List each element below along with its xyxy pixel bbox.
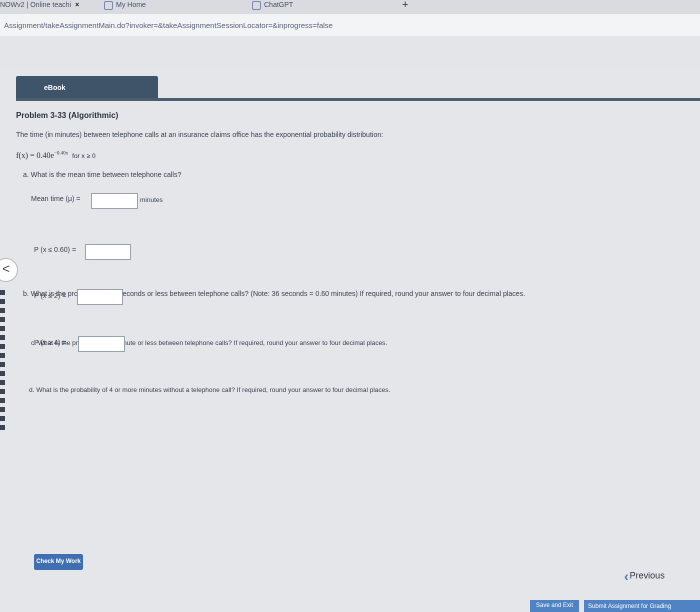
save-and-exit-button[interactable]: Save and Exit — [530, 600, 579, 612]
side-stripes — [0, 290, 5, 440]
submit-assignment-button[interactable]: Submit Assignment for Grading — [584, 600, 700, 612]
ebook-tab-label: eBook — [44, 85, 66, 92]
browser-tab-bar: NOWv2 | Online teachi × My Home ChatGPT + — [0, 0, 700, 14]
previous-button[interactable]: ‹Previous — [624, 568, 665, 584]
tab-underline — [16, 98, 700, 101]
pdf-formula: f(x) = 0.40e−0.40x for x ≥ 0 — [16, 151, 96, 160]
formula-domain: for x ≥ 0 — [72, 153, 96, 160]
new-tab-button[interactable]: + — [402, 0, 408, 11]
page-icon — [104, 0, 113, 10]
problem-title: Problem 3-33 (Algorithmic) — [16, 111, 119, 120]
mean-time-label: Mean time (μ) = — [31, 196, 81, 203]
minutes-unit: minutes — [140, 197, 163, 204]
tab-label: NOWv2 | Online teachi — [0, 2, 72, 9]
p-x-le-060-input[interactable] — [85, 244, 131, 260]
chevron-left-icon: ‹ — [624, 568, 629, 584]
browser-tab-nowv2[interactable]: NOWv2 | Online teachi × — [0, 0, 92, 14]
tab-label: ChatGPT — [264, 2, 294, 9]
tab-label: My Home — [116, 2, 146, 9]
browser-tab-chatgpt[interactable]: ChatGPT — [252, 0, 392, 14]
url-text: Assignment/takeAssignmentMain.do?invoker… — [4, 21, 333, 30]
mean-time-input[interactable] — [91, 193, 138, 209]
formula-lhs: f(x) = 0.40e — [16, 151, 55, 160]
question-a-text: a. What is the mean time between telepho… — [23, 172, 182, 179]
p-x-le-2-input[interactable] — [77, 289, 123, 305]
ebook-tab[interactable]: eBook — [16, 76, 158, 98]
browser-tab-my-home[interactable]: My Home — [104, 0, 244, 14]
p-x-ge-4-label: P (x ≥ 4) = — [34, 340, 67, 347]
formula-exponent: −0.40x — [54, 151, 69, 157]
p-x-le-060-label: P (x ≤ 0.60) = — [34, 247, 77, 254]
chatgpt-icon — [252, 0, 261, 10]
question-d-text: d. What is the probability of 4 or more … — [29, 387, 391, 394]
problem-intro: The time (in minutes) between telephone … — [16, 132, 384, 139]
p-x-le-2-label: P (x ≤ 2) = — [34, 293, 67, 300]
address-bar[interactable]: Assignment/takeAssignmentMain.do?invoker… — [0, 14, 700, 36]
assignment-content: eBook Problem 3-33 (Algorithmic) The tim… — [0, 66, 700, 612]
header-band — [0, 36, 700, 66]
check-my-work-button[interactable]: Check My Work — [34, 554, 83, 570]
p-x-ge-4-input[interactable] — [78, 336, 125, 352]
previous-label: Previous — [629, 570, 665, 581]
close-tab-icon[interactable]: × — [75, 2, 79, 9]
